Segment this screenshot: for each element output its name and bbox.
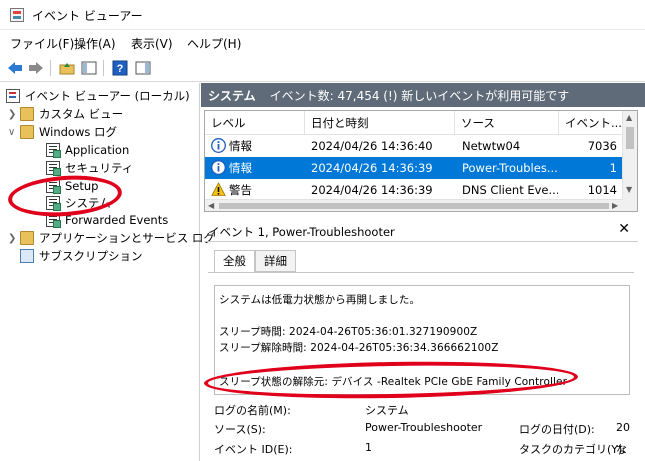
log-name-label: ログの名前(M):: [214, 404, 291, 417]
info-icon: [211, 138, 226, 153]
logged-value: 20: [616, 421, 630, 434]
event-count-text: イベント数: 47,454 (!) 新しいイベントが利用可能です: [269, 88, 570, 103]
message-line: システムは低電力状態から再開しました。: [219, 294, 421, 306]
tree-item-app-services-logs[interactable]: ❯ アプリケーションとサービス ログ: [8, 229, 215, 247]
up-folder-icon[interactable]: [58, 59, 76, 77]
event-id-value: 1: [365, 441, 372, 454]
navigation-tree: イベント ビューアー (ローカル) ❯ カスタム ビュー ∨ Windows ロ…: [0, 83, 215, 461]
folder-icon: [20, 231, 34, 245]
row-event-id: 1014: [587, 183, 617, 197]
scrollbar-thumb[interactable]: [219, 203, 609, 209]
svg-text:?: ?: [117, 63, 124, 75]
tree-item-windows-logs[interactable]: ∨ Windows ログ: [8, 123, 117, 141]
event-viewer-icon: [6, 89, 20, 103]
task-category-label: タスクのカテゴリ(Y):: [519, 443, 627, 456]
tree-item-root[interactable]: イベント ビューアー (ローカル): [6, 87, 190, 105]
menu-file[interactable]: ファイル(F): [10, 35, 74, 52]
tree-item-custom-views[interactable]: ❯ カスタム ビュー: [8, 105, 123, 123]
tree-item-security[interactable]: セキュリティ: [46, 159, 133, 177]
scrollbar-thumb[interactable]: [626, 127, 634, 149]
tree-item-label: アプリケーションとサービス ログ: [39, 231, 215, 245]
source-label: ソース(S):: [214, 423, 266, 436]
column-header-event-id[interactable]: イベント...: [559, 111, 623, 135]
table-row-selected[interactable]: 情報 2024/04/26 14:36:39 Power-Troubles...…: [205, 157, 623, 179]
tree-item-label: Forwarded Events: [65, 213, 169, 227]
tree-item-label: カスタム ビュー: [39, 107, 124, 121]
row-level: 情報: [229, 161, 252, 175]
tab-general[interactable]: 全般: [214, 250, 255, 273]
scroll-right-icon[interactable]: ▶: [612, 201, 618, 210]
horizontal-scrollbar[interactable]: ◀ ▶: [205, 199, 623, 211]
scroll-left-icon[interactable]: ◀: [208, 201, 214, 210]
scroll-down-icon[interactable]: ▼: [626, 185, 632, 194]
tree-item-label: セキュリティ: [65, 161, 134, 175]
event-list-header: レベル 日付と時刻 ソース イベント...: [205, 111, 623, 135]
row-datetime: 2024/04/26 14:36:39: [311, 183, 433, 197]
event-detail-title: イベント 1, Power-Troubleshooter: [208, 225, 395, 239]
chevron-right-icon[interactable]: ❯: [8, 233, 20, 244]
event-detail-header: イベント 1, Power-Troubleshooter ✕: [204, 220, 638, 242]
message-line: スリープ解除時間: 2024-04-26T05:36:34.366662100Z: [219, 342, 499, 354]
menu-help[interactable]: ヘルプ(H): [187, 35, 241, 52]
vertical-scrollbar[interactable]: ▲ ▼: [622, 111, 637, 211]
scroll-up-icon[interactable]: ▲: [626, 113, 632, 122]
chevron-right-icon[interactable]: ❯: [8, 109, 20, 120]
row-event-id: 7036: [587, 139, 617, 153]
column-header-datetime[interactable]: 日付と時刻: [305, 111, 455, 135]
source-value: Power-Troubleshooter: [365, 421, 483, 434]
warning-icon: [211, 182, 226, 197]
toolbar: ?: [0, 54, 645, 82]
log-name-value: システム: [365, 404, 409, 417]
toolbar-separator: [103, 60, 104, 76]
logged-label: ログの日付(D):: [519, 423, 595, 436]
menu-action[interactable]: 操作(A): [74, 35, 116, 52]
toolbar-separator: [50, 60, 51, 76]
event-viewer-app-icon: [10, 8, 24, 22]
table-row[interactable]: 情報 2024/04/26 14:36:40 Netwtw04 7036: [205, 135, 623, 157]
forward-arrow-icon[interactable]: [27, 59, 45, 77]
back-arrow-icon[interactable]: [6, 59, 24, 77]
menu-bar: ファイル(F) 操作(A) 表示(V) ヘルプ(H): [0, 30, 645, 54]
row-level: 情報: [229, 139, 252, 153]
row-source: DNS Client Eve...: [462, 183, 558, 197]
pane-title: システム: [208, 88, 256, 103]
row-datetime: 2024/04/26 14:36:40: [311, 139, 433, 153]
menu-view[interactable]: 表示(V): [131, 35, 173, 52]
message-line: スリープ時間: 2024-04-26T05:36:01.327190900Z: [219, 326, 478, 338]
row-source: Netwtw04: [462, 139, 521, 153]
row-source: Power-Troubles...: [462, 161, 558, 175]
event-list: レベル 日付と時刻 ソース イベント... 情報 2024/04/26 14:3…: [204, 110, 638, 212]
tree-item-label: サブスクリプション: [39, 249, 143, 263]
pane-header: システム イベント数: 47,454 (!) 新しいイベントが利用可能です: [201, 83, 645, 107]
title-bar: イベント ビューアー: [0, 0, 645, 30]
subscription-icon: [20, 249, 34, 263]
close-icon[interactable]: ✕: [618, 221, 630, 237]
log-icon: [46, 143, 61, 158]
tree-item-label: Application: [65, 143, 130, 157]
tree-item-label: Windows ログ: [39, 125, 117, 139]
table-row[interactable]: 警告 2024/04/26 14:36:39 DNS Client Eve...…: [205, 179, 623, 201]
tree-item-application[interactable]: Application: [46, 141, 129, 159]
tree-item-subscriptions[interactable]: サブスクリプション: [20, 247, 143, 265]
folder-icon: [20, 125, 34, 139]
show-hide-tree-icon[interactable]: [80, 59, 98, 77]
window-title: イベント ビューアー: [32, 9, 143, 23]
task-category-value: な: [616, 443, 627, 456]
event-id-label: イベント ID(E):: [214, 443, 293, 456]
row-event-id: 1: [609, 161, 617, 175]
column-header-level[interactable]: レベル: [205, 111, 305, 135]
info-icon: [211, 160, 226, 175]
folder-icon: [20, 107, 34, 121]
tree-item-label: イベント ビューアー (ローカル): [25, 89, 190, 103]
chevron-down-icon[interactable]: ∨: [8, 127, 20, 138]
log-icon: [46, 161, 61, 176]
help-icon[interactable]: ?: [111, 59, 129, 77]
show-hide-action-pane-icon[interactable]: [134, 59, 152, 77]
row-datetime: 2024/04/26 14:36:39: [311, 161, 433, 175]
row-level: 警告: [229, 183, 252, 197]
tab-details[interactable]: 詳細: [255, 250, 296, 272]
column-header-source[interactable]: ソース: [455, 111, 559, 135]
